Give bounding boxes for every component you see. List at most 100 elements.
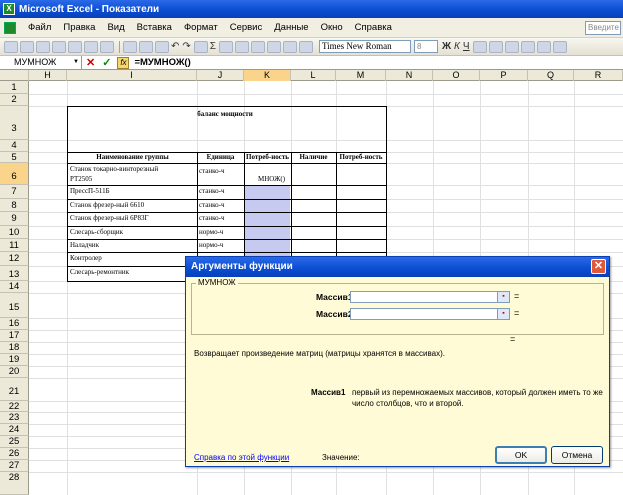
row-header[interactable]: 20	[0, 366, 29, 378]
copy-icon[interactable]	[139, 40, 153, 53]
name-box[interactable]: МУМНОЖ	[0, 56, 82, 69]
redo-icon[interactable]: ↷	[182, 41, 190, 52]
collapse-dialog-icon[interactable]: ▪	[497, 292, 509, 302]
font-size-select[interactable]: 8	[413, 40, 438, 53]
row-header[interactable]: 26	[0, 448, 29, 460]
enter-icon[interactable]: ✓	[102, 56, 111, 69]
row-header[interactable]: 24	[0, 424, 29, 436]
formula-input[interactable]: =МУМНОЖ()	[132, 57, 190, 68]
row-name[interactable]: Контролер	[70, 254, 195, 263]
header-group-name[interactable]: Наименование группы	[70, 153, 195, 162]
row-name[interactable]: Слесарь-ремонтник	[70, 268, 195, 277]
ask-question-input[interactable]: Введите	[585, 21, 621, 35]
column-header-l[interactable]: L	[291, 70, 336, 81]
autosum-icon[interactable]: Σ	[210, 41, 216, 52]
row-header[interactable]: 14	[0, 281, 29, 293]
drawing-icon[interactable]	[266, 40, 281, 53]
column-header-o[interactable]: O	[433, 70, 480, 81]
underline-icon[interactable]: Ч	[463, 41, 470, 52]
workbook-icon[interactable]	[4, 21, 16, 34]
column-header-p[interactable]: P	[480, 70, 528, 81]
column-header-i[interactable]: I	[67, 70, 197, 81]
paste-icon[interactable]	[155, 40, 169, 53]
row-header[interactable]: 16	[0, 318, 29, 330]
merge-center-icon[interactable]	[520, 40, 535, 53]
row-unit[interactable]: нормо-ч	[199, 228, 243, 237]
new-icon[interactable]	[4, 40, 18, 53]
row-unit[interactable]: нормо-ч	[199, 241, 243, 250]
italic-icon[interactable]: К	[454, 41, 460, 52]
font-name-select[interactable]: Times New Roman	[318, 40, 411, 53]
menu-view[interactable]: Вид	[101, 22, 130, 33]
column-header-n[interactable]: N	[386, 70, 433, 81]
hyperlink-icon[interactable]	[193, 40, 208, 53]
row-name[interactable]: ПрессП-511Б	[70, 187, 195, 196]
row-name[interactable]: Слесарь-сборщик	[70, 228, 195, 237]
sort-descending-icon[interactable]	[234, 40, 249, 53]
row-header[interactable]: 2	[0, 94, 29, 106]
row-header[interactable]: 13	[0, 266, 29, 281]
row-unit[interactable]: станко-ч	[199, 201, 243, 210]
bold-icon[interactable]: Ж	[442, 41, 451, 52]
array1-input[interactable]: ▪	[350, 291, 510, 303]
menu-tools[interactable]: Сервис	[224, 22, 269, 33]
menu-window[interactable]: Окно	[315, 22, 349, 33]
zoom-icon[interactable]	[282, 40, 297, 53]
row-header[interactable]: 19	[0, 354, 29, 366]
row-header[interactable]: 7	[0, 185, 29, 199]
select-all-corner[interactable]	[0, 70, 29, 81]
header-available[interactable]: Наличие	[292, 153, 335, 162]
row-header[interactable]: 22	[0, 401, 29, 412]
row-unit[interactable]: станко-ч	[199, 214, 243, 223]
menu-file[interactable]: Файл	[22, 22, 57, 33]
help-on-function-link[interactable]: Справка по этой функции	[194, 453, 289, 462]
currency-icon[interactable]	[536, 40, 551, 53]
column-header-r[interactable]: R	[574, 70, 623, 81]
row-name[interactable]: Станок фрезер-ный 6610	[70, 201, 195, 210]
row-header[interactable]: 11	[0, 239, 29, 252]
row-header[interactable]: 4	[0, 140, 29, 152]
row-header[interactable]: 15	[0, 293, 29, 318]
collapse-dialog-icon[interactable]: ▪	[497, 309, 509, 319]
row-name[interactable]: Наладчик	[70, 241, 195, 250]
row-unit[interactable]: станко-ч	[199, 167, 243, 176]
row-header[interactable]: 6	[0, 163, 29, 185]
print-preview-icon[interactable]	[84, 40, 98, 53]
menu-format[interactable]: Формат	[178, 22, 224, 33]
array2-input[interactable]: ▪	[350, 308, 510, 320]
row-header[interactable]: 27	[0, 460, 29, 472]
align-right-icon[interactable]	[504, 40, 519, 53]
open-icon[interactable]	[20, 40, 34, 53]
row-header[interactable]: 17	[0, 330, 29, 342]
column-header-m[interactable]: M	[336, 70, 386, 81]
undo-icon[interactable]: ↶	[171, 41, 179, 52]
row-header[interactable]: 12	[0, 252, 29, 266]
chart-wizard-icon[interactable]	[250, 40, 265, 53]
row-header[interactable]: 18	[0, 342, 29, 354]
row-header[interactable]: 10	[0, 226, 29, 239]
percent-icon[interactable]	[552, 40, 567, 53]
row-name-line2[interactable]: РТ2505	[70, 175, 195, 184]
column-header-j[interactable]: J	[197, 70, 244, 81]
header-need[interactable]: Потреб-ность	[245, 153, 290, 162]
row-header[interactable]: 25	[0, 436, 29, 448]
row-unit[interactable]: станко-ч	[199, 187, 243, 196]
header-unit[interactable]: Единица	[198, 153, 243, 162]
menu-edit[interactable]: Правка	[57, 22, 101, 33]
row-header[interactable]: 5	[0, 152, 29, 163]
cancel-icon[interactable]: ✕	[86, 56, 95, 69]
row-name[interactable]: Станок фрезер-ный 6Р83Г	[70, 214, 195, 223]
column-header-k[interactable]: K	[244, 70, 291, 81]
header-need-2[interactable]: Потреб-ность	[337, 153, 385, 162]
spelling-icon[interactable]	[100, 40, 114, 53]
cut-icon[interactable]	[123, 40, 137, 53]
active-cell-formula[interactable]: МНОЖ()	[258, 175, 298, 184]
row-header[interactable]: 28	[0, 472, 29, 495]
menu-help[interactable]: Справка	[349, 22, 398, 33]
column-header-h[interactable]: H	[29, 70, 67, 81]
permission-icon[interactable]	[52, 40, 66, 53]
row-header[interactable]: 23	[0, 412, 29, 424]
dialog-titlebar[interactable]: Аргументы функции ✕	[186, 257, 609, 277]
row-header[interactable]: 21	[0, 378, 29, 401]
print-icon[interactable]	[68, 40, 82, 53]
